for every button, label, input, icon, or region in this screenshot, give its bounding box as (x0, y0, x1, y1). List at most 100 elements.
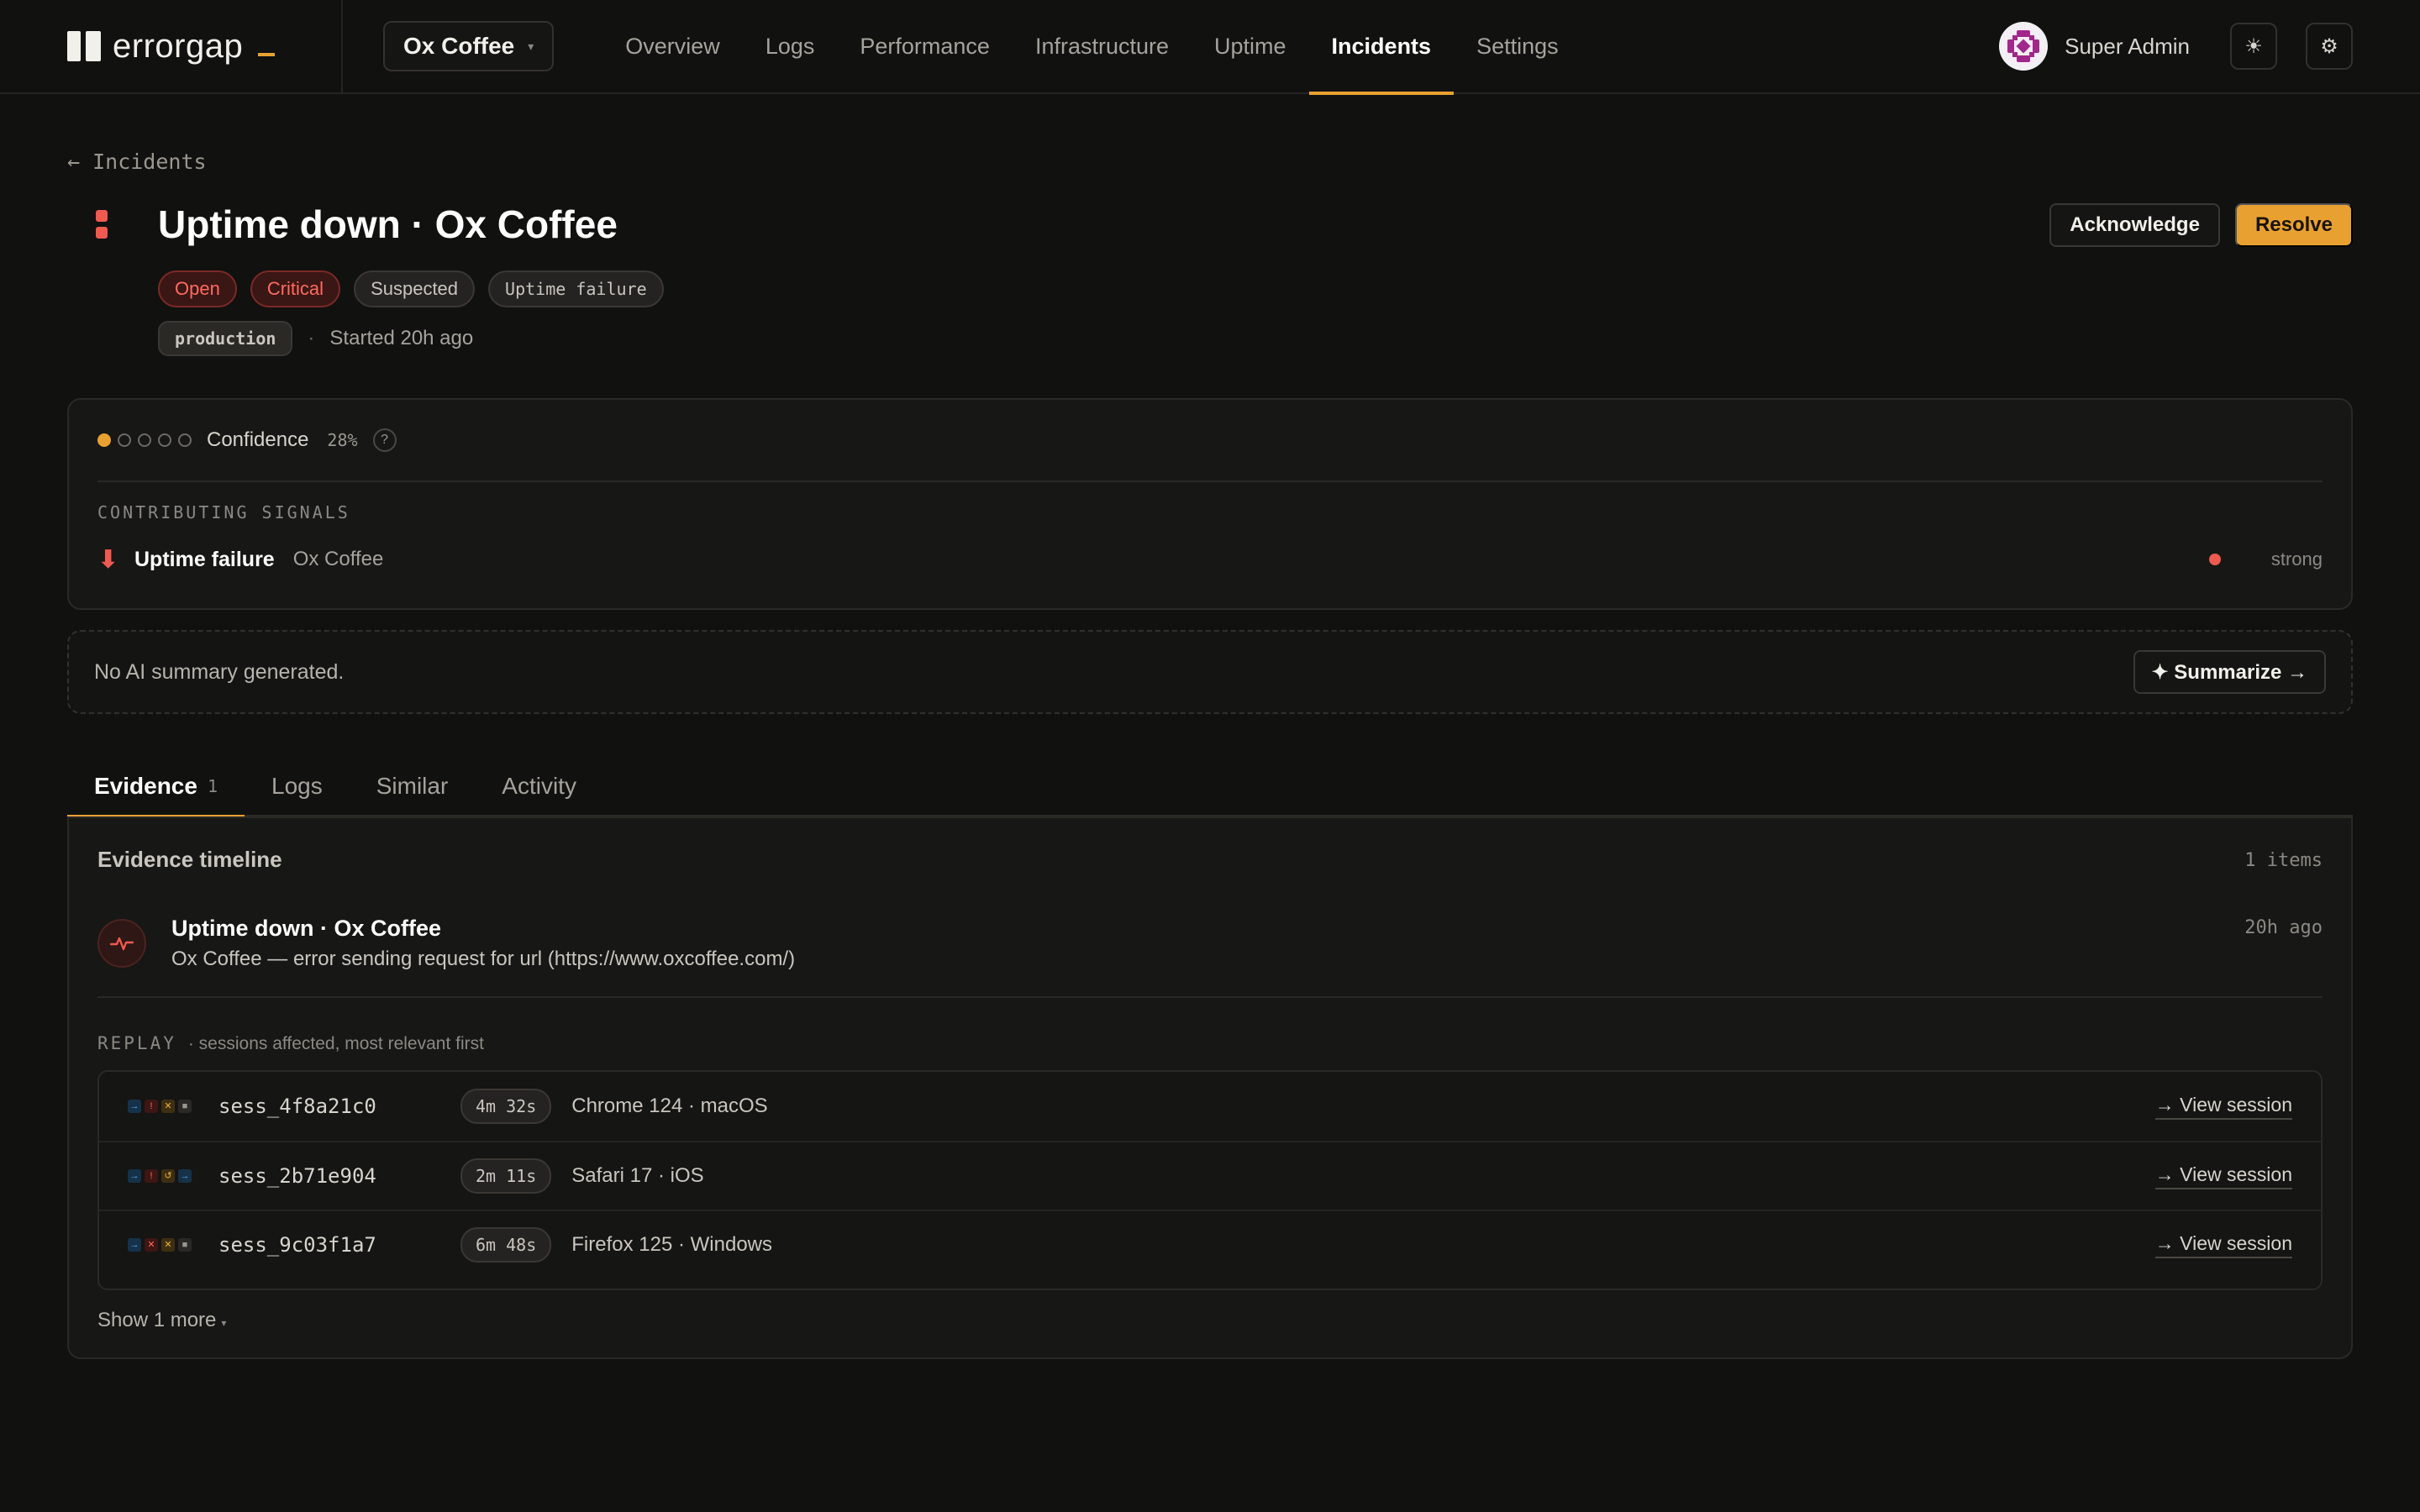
stop-icon: ■ (178, 1238, 192, 1252)
brand-logo[interactable]: errorgap (0, 0, 343, 93)
replay-heading: REPLAY · sessions affected, most relevan… (97, 1033, 484, 1054)
session-event-icons: → ! ✕ ■ (128, 1100, 218, 1113)
settings-button[interactable]: ⚙ (2306, 23, 2353, 70)
severity-badge: Critical (250, 270, 341, 307)
started-time: Started 20h ago (329, 327, 474, 349)
stop-icon: ■ (178, 1100, 192, 1113)
nav-item-logs[interactable]: Logs (743, 0, 838, 93)
signal-strength: strong (2270, 549, 2323, 570)
confidence-pip (178, 433, 192, 447)
help-icon[interactable]: ? (372, 428, 397, 452)
navigate-icon: → (128, 1169, 141, 1183)
navigate-icon: → (128, 1100, 141, 1113)
nav-item-settings[interactable]: Settings (1454, 0, 1581, 93)
confidence-percent: 28% (327, 430, 358, 450)
signal-status-dot (2208, 554, 2221, 565)
navigate-icon: → (178, 1169, 192, 1183)
acknowledge-button[interactable]: Acknowledge (2049, 203, 2220, 247)
nav-item-uptime[interactable]: Uptime (1192, 0, 1309, 93)
meta-separator: · (308, 327, 315, 349)
signals-heading: CONTRIBUTING SIGNALS (97, 502, 350, 522)
reload-icon: ↺ (161, 1169, 175, 1183)
evidence-item-title: Uptime down · Ox Coffee (171, 916, 442, 941)
tab-evidence-count: 1 (207, 776, 218, 796)
session-id: sess_9c03f1a7 (218, 1233, 376, 1257)
main-nav: Overview Logs Performance Infrastructure… (602, 0, 1581, 95)
confidence-card: Confidence 28% ? CONTRIBUTING SIGNALS ⬇ … (67, 398, 2353, 610)
theme-toggle-button[interactable]: ☀ (2230, 23, 2277, 70)
nav-item-overview[interactable]: Overview (602, 0, 743, 93)
divider (97, 480, 2323, 482)
session-row[interactable]: → ✕ ✕ ■ sess_9c03f1a7 6m 48s Firefox 125… (99, 1210, 2321, 1278)
session-list: → ! ✕ ■ sess_4f8a21c0 4m 32s Chrome 124 … (97, 1070, 2323, 1290)
signal-strength-group: strong (2208, 549, 2323, 570)
view-session-link[interactable]: → View session (2154, 1163, 2292, 1189)
confidence-label: Confidence (207, 428, 309, 451)
chevron-down-icon: ▾ (221, 1317, 227, 1329)
incident-meta: production · Started 20h ago (158, 321, 473, 356)
navigate-icon: → (128, 1238, 141, 1252)
nav-item-infrastructure[interactable]: Infrastructure (1013, 0, 1192, 93)
session-event-icons: → ! ↺ → (128, 1169, 218, 1183)
gear-icon: ⚙ (2320, 34, 2338, 58)
rage-click-icon: ✕ (161, 1238, 175, 1252)
session-duration: 6m 48s (460, 1227, 552, 1263)
session-id: sess_4f8a21c0 (218, 1095, 376, 1118)
pulse-icon (97, 919, 146, 968)
session-duration: 4m 32s (460, 1089, 552, 1124)
evidence-title: Evidence timeline (97, 847, 282, 872)
confidence-pip (138, 433, 151, 447)
ai-summary-card: No AI summary generated. ✦ Summarize → (67, 630, 2353, 714)
incident-actions: Acknowledge Resolve (2049, 203, 2353, 247)
session-event-icons: → ✕ ✕ ■ (128, 1238, 218, 1252)
evidence-count: 1 items (2244, 850, 2323, 871)
signal-row: ⬇ Uptime failure Ox Coffee strong (97, 543, 2323, 576)
error-icon: ! (145, 1169, 158, 1183)
incident-tabs: Evidence 1 Logs Similar Activity (67, 756, 2353, 818)
session-id: sess_2b71e904 (218, 1164, 376, 1188)
session-browser: Chrome 124 · macOS (571, 1095, 768, 1117)
session-row[interactable]: → ! ↺ → sess_2b71e904 2m 11s Safari 17 ·… (99, 1141, 2321, 1210)
view-session-link[interactable]: → View session (2154, 1094, 2292, 1120)
evidence-item-time: 20h ago (2244, 917, 2323, 938)
session-duration: 2m 11s (460, 1158, 552, 1194)
brand-cursor (258, 53, 276, 56)
logo-mark-icon (67, 31, 101, 61)
project-name: Ox Coffee (403, 33, 515, 59)
avatar-pattern-icon (2003, 26, 2044, 66)
status-badge: Open (158, 270, 237, 307)
evidence-item[interactable]: Uptime down · Ox Coffee Ox Coffee — erro… (97, 916, 2323, 974)
confidence-pip (158, 433, 171, 447)
summarize-button[interactable]: ✦ Summarize → (2133, 650, 2326, 694)
show-more-button[interactable]: Show 1 more ▾ (97, 1309, 226, 1332)
arrow-down-icon: ⬇ (97, 545, 119, 574)
nav-item-performance[interactable]: Performance (837, 0, 1013, 93)
rage-click-icon: ✕ (161, 1100, 175, 1113)
resolve-button[interactable]: Resolve (2234, 203, 2353, 247)
error-icon: ! (145, 1100, 158, 1113)
incident-kind-badge: Uptime failure (488, 270, 664, 307)
ai-summary-text: No AI summary generated. (94, 659, 345, 684)
view-session-link[interactable]: → View session (2154, 1232, 2292, 1258)
page-title: Uptime down · Ox Coffee (158, 202, 618, 246)
tab-similar[interactable]: Similar (350, 756, 476, 816)
back-to-incidents-link[interactable]: ← Incidents (67, 150, 207, 174)
user-name: Super Admin (2065, 33, 2190, 59)
tab-evidence[interactable]: Evidence 1 (67, 756, 245, 818)
incident-badges: Open Critical Suspected Uptime failure (158, 270, 664, 307)
evidence-item-description: Ox Coffee — error sending request for ur… (171, 948, 796, 970)
confidence-pip (118, 433, 131, 447)
session-row[interactable]: → ! ✕ ■ sess_4f8a21c0 4m 32s Chrome 124 … (99, 1072, 2321, 1141)
brand-name: errorgap (113, 27, 244, 65)
sun-icon: ☀ (2244, 34, 2263, 58)
critical-severity-icon (96, 210, 108, 239)
nav-item-incidents[interactable]: Incidents (1308, 0, 1455, 95)
tab-activity[interactable]: Activity (475, 756, 603, 816)
tab-logs[interactable]: Logs (245, 756, 350, 816)
confidence-pip (97, 433, 111, 447)
environment-badge: production (158, 321, 293, 356)
divider (97, 996, 2323, 998)
project-switcher[interactable]: Ox Coffee ▾ (383, 21, 555, 71)
avatar[interactable] (1999, 22, 2049, 71)
close-icon: ✕ (145, 1238, 158, 1252)
